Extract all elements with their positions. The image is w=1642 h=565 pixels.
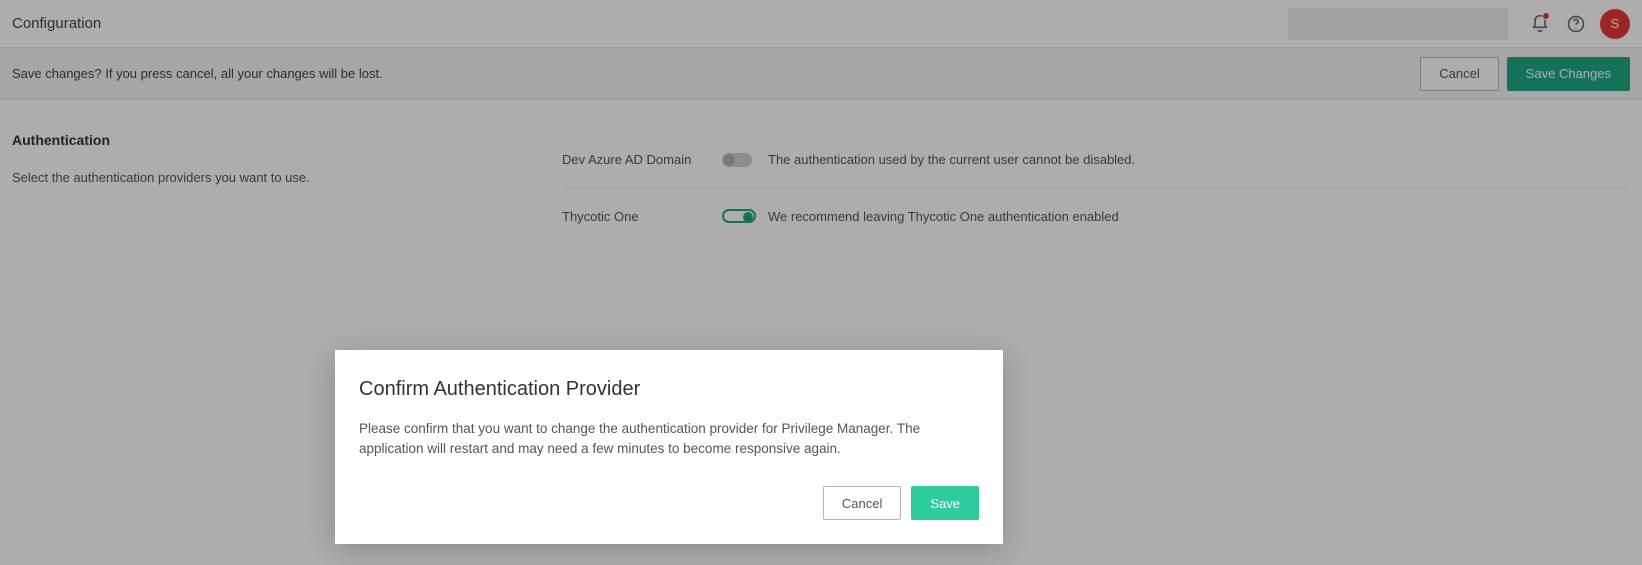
modal-body: Please confirm that you want to change t… [359,419,969,458]
modal-save-button[interactable]: Save [911,486,979,520]
modal-title: Confirm Authentication Provider [359,378,979,401]
confirm-auth-provider-dialog: Confirm Authentication Provider Please c… [335,350,1003,544]
modal-cancel-button[interactable]: Cancel [823,486,901,520]
